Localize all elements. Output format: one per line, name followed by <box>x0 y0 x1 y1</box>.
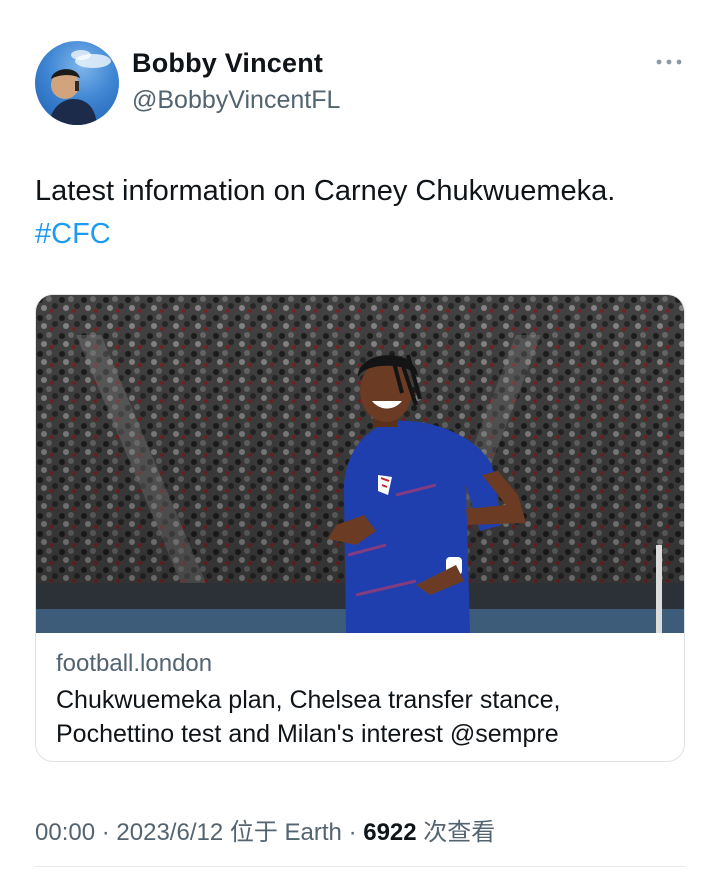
tweet-date[interactable]: 2023/6/12 <box>116 819 223 846</box>
tweet-meta: 00:00 · 2023/6/12 位于 Earth · 6922 次查看 <box>35 812 495 847</box>
divider <box>35 866 685 867</box>
hashtag-link[interactable]: #CFC <box>35 213 685 256</box>
card-domain: football.london <box>56 650 213 677</box>
link-card[interactable]: football.london Chukwuemeka plan, Chelse… <box>35 294 685 762</box>
views-count: 6922 <box>363 819 417 846</box>
avatar[interactable] <box>35 41 119 125</box>
tweet-time[interactable]: 00:00 <box>35 819 95 846</box>
views-label: 次查看 <box>423 819 496 846</box>
meta-separator: · <box>101 819 110 846</box>
avatar-image <box>49 50 111 125</box>
author-handle[interactable]: @BobbyVincentFL <box>132 86 340 115</box>
meta-separator-2: · <box>348 819 357 846</box>
more-horizontal-icon <box>656 59 682 65</box>
tweet-location: 位于 Earth <box>229 819 342 846</box>
card-image <box>36 295 684 633</box>
tweet-page: Bobby Vincent @BobbyVincentFL Latest inf… <box>0 0 720 877</box>
more-options-button[interactable] <box>652 52 686 72</box>
card-title: Chukwuemeka plan, Chelsea transfer stanc… <box>56 686 561 748</box>
tweet-text: Latest information on Carney Chukwuemeka… <box>35 170 685 256</box>
author-name[interactable]: Bobby Vincent <box>132 48 323 79</box>
tweet-body: Latest information on Carney Chukwuemeka… <box>35 175 616 207</box>
